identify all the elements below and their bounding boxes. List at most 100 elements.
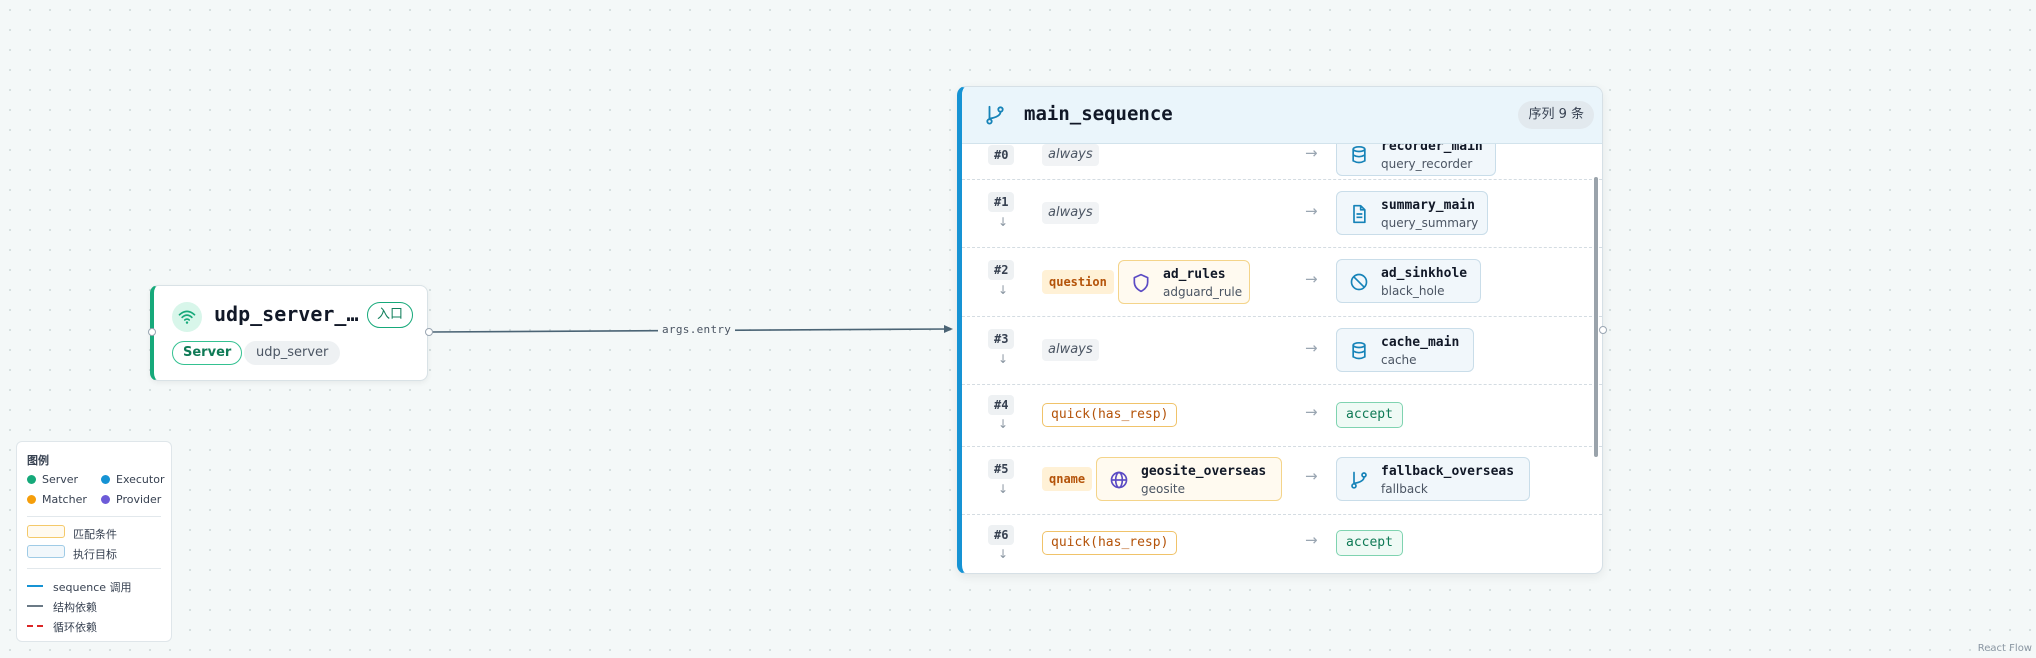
executor-name: recorder_main — [1381, 143, 1483, 154]
row-index: #5 — [988, 459, 1015, 479]
matcher-box[interactable]: geosite_overseas geosite — [1096, 457, 1282, 501]
matcher-box[interactable]: ad_rules adguard_rule — [1118, 260, 1250, 304]
executor-type: cache — [1381, 353, 1417, 367]
arrow-down-icon: ↓ — [998, 215, 1009, 229]
exec-target-swatch — [27, 545, 65, 558]
matcher-dot-icon — [27, 495, 36, 504]
database-icon — [1352, 146, 1366, 164]
arrow-down-icon: ↓ — [998, 482, 1009, 496]
cycle-dep-line-icon — [27, 625, 43, 627]
git-branch-icon — [986, 105, 1004, 125]
arrow-right-icon: → — [1305, 202, 1318, 220]
sequence-row: #5 ↓ qname geosite_overseas geosite → fa… — [962, 446, 1602, 515]
legend-item-exec-target: 执行目标 — [73, 548, 117, 561]
legend-item-provider: Provider — [101, 493, 161, 506]
shield-icon — [1133, 273, 1149, 293]
sequence-node[interactable]: main_sequence 序列 9 条 #0 always → recorde… — [957, 86, 1603, 574]
executor-name: cache_main — [1381, 335, 1460, 350]
react-flow-attribution[interactable]: React Flow — [1978, 643, 2032, 654]
legend-item-struct-dep: 结构依赖 — [53, 601, 97, 614]
condition-always: always — [1042, 202, 1099, 224]
executor-box[interactable]: cache_main cache — [1336, 328, 1474, 372]
database-icon — [1352, 342, 1366, 360]
sequence-row: #4 ↓ quick(has_resp) → accept — [962, 384, 1602, 447]
arrow-right-icon: → — [1305, 270, 1318, 288]
executor-type: fallback — [1381, 482, 1428, 496]
executor-box[interactable]: fallback_overseas fallback — [1336, 457, 1530, 501]
legend-item-cycle-dep: 循环依赖 — [53, 621, 97, 634]
wifi-icon — [172, 302, 202, 332]
arrow-right-icon: → — [1305, 467, 1318, 485]
sequence-title: main_sequence — [1024, 103, 1173, 125]
row-index: #3 — [988, 329, 1015, 349]
entry-badge: 入口 — [366, 302, 413, 328]
arrow-down-icon: ↓ — [998, 417, 1009, 431]
legend-item-server: Server — [27, 473, 78, 486]
scrollbar[interactable] — [1594, 177, 1598, 457]
sequence-row: #6 ↓ quick(has_resp) → accept — [962, 514, 1602, 573]
sequence-rows: #0 always → recorder_main query_recorder… — [962, 143, 1602, 573]
sequence-row: #1 ↓ always → summary_main query_summary — [962, 179, 1602, 248]
condition-quick: quick(has_resp) — [1042, 403, 1178, 427]
edge-label: args.entry — [658, 323, 736, 336]
executor-type: query_summary — [1381, 216, 1479, 230]
matcher-type: geosite — [1141, 482, 1186, 496]
executor-name: summary_main — [1381, 198, 1475, 213]
condition-quick: quick(has_resp) — [1042, 531, 1178, 555]
server-node[interactable]: udp_server_… 入口 Server udp_server — [148, 285, 433, 381]
arrow-right-icon: → — [1305, 403, 1318, 421]
row-index: #1 — [988, 192, 1015, 212]
executor-box[interactable]: recorder_main query_recorder — [1336, 143, 1496, 176]
ban-icon — [1350, 273, 1368, 291]
condition-tag: qname — [1042, 467, 1093, 491]
row-index: #4 — [988, 395, 1015, 415]
row-index: #0 — [988, 145, 1015, 165]
match-condition-swatch — [27, 525, 65, 538]
executor-dot-icon — [101, 475, 110, 484]
server-type-pill: Server — [172, 341, 243, 365]
globe-icon — [1110, 471, 1128, 489]
legend-divider — [27, 568, 161, 569]
condition-always: always — [1042, 144, 1099, 166]
row-index: #2 — [988, 260, 1015, 280]
git-branch-icon — [1351, 471, 1367, 489]
arrow-down-icon: ↓ — [998, 283, 1009, 297]
accept-pill[interactable]: accept — [1336, 530, 1403, 556]
source-handle[interactable] — [425, 328, 433, 336]
arrow-right-icon: → — [1305, 339, 1318, 357]
arrow-right-icon: → — [1305, 531, 1318, 549]
legend-item-sequence-call: sequence 调用 — [53, 581, 132, 594]
matcher-name: ad_rules — [1163, 267, 1226, 282]
struct-dep-line-icon — [27, 605, 43, 607]
condition-always: always — [1042, 339, 1099, 361]
file-text-icon — [1353, 204, 1366, 224]
sequence-count-badge: 序列 9 条 — [1518, 101, 1594, 129]
matcher-type: adguard_rule — [1163, 285, 1243, 299]
provider-dot-icon — [101, 495, 110, 504]
target-handle[interactable] — [148, 328, 156, 336]
sequence-call-line-icon — [27, 585, 43, 587]
row-index: #6 — [988, 525, 1015, 545]
executor-box[interactable]: ad_sinkhole black_hole — [1336, 259, 1481, 303]
legend-divider — [27, 516, 161, 517]
arrow-down-icon: ↓ — [998, 547, 1009, 561]
executor-type: query_recorder — [1381, 157, 1473, 171]
arrow-right-icon: → — [1305, 144, 1318, 162]
legend-title: 图例 — [27, 454, 49, 467]
server-dot-icon — [27, 475, 36, 484]
sequence-source-handle[interactable] — [1599, 326, 1607, 334]
sequence-header: main_sequence 序列 9 条 — [962, 87, 1602, 144]
legend-item-matcher: Matcher — [27, 493, 87, 506]
matcher-name: geosite_overseas — [1141, 464, 1267, 479]
legend-item-executor: Executor — [101, 473, 164, 486]
accept-pill[interactable]: accept — [1336, 402, 1403, 428]
executor-box[interactable]: summary_main query_summary — [1336, 191, 1488, 235]
legend-item-match-condition: 匹配条件 — [73, 528, 117, 541]
server-name-pill: udp_server — [244, 341, 341, 365]
arrow-down-icon: ↓ — [998, 352, 1009, 366]
sequence-row: #3 ↓ always → cache_main cache — [962, 316, 1602, 385]
executor-type: black_hole — [1381, 284, 1445, 298]
condition-tag: question — [1042, 270, 1114, 294]
executor-name: ad_sinkhole — [1381, 266, 1468, 281]
server-title: udp_server_… — [214, 302, 359, 326]
